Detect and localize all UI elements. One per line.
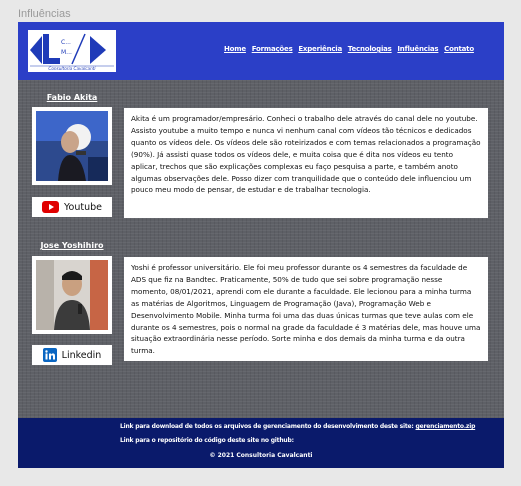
bio-yoshihiro: Yoshi é professor universitário. Ele foi… (124, 257, 488, 361)
footer-repo-line: Link para o repositório do código deste … (120, 437, 294, 444)
nav-experiencia[interactable]: Experiência (298, 45, 342, 53)
main-nav: Home Formações Experiência Tecnologias I… (224, 45, 474, 53)
youtube-icon (42, 201, 59, 213)
copyright: © 2021 Consultoria Cavalcanti (209, 452, 313, 459)
page-frame: C... M... Consultoria Cavalcanti Home Fo… (18, 22, 504, 468)
nav-formacoes[interactable]: Formações (252, 45, 293, 53)
linkedin-icon (42, 348, 57, 362)
yoshihiro-portrait-image (36, 260, 108, 330)
linkedin-link[interactable]: Linkedin (32, 345, 112, 365)
nav-tecnologias[interactable]: Tecnologias (348, 45, 392, 53)
logo[interactable]: C... M... Consultoria Cavalcanti (28, 30, 116, 72)
header: C... M... Consultoria Cavalcanti Home Fo… (18, 22, 504, 80)
logo-letter-c: C... (61, 39, 71, 46)
download-zip-link[interactable]: gerenciamento.zip (416, 423, 476, 430)
bio-akita: Akita é um programador/empresário. Conhe… (124, 108, 488, 218)
footer: Link para download de todos os arquivos … (18, 418, 504, 468)
footer-repo-text[interactable]: Link para o repositório do código deste … (120, 437, 294, 444)
akita-portrait-image (36, 111, 108, 181)
photo-akita (32, 107, 112, 185)
person-name-akita[interactable]: Fabio Akita (32, 93, 112, 102)
person-name-yoshihiro[interactable]: Jose Yoshihiro (32, 241, 112, 250)
nav-influencias[interactable]: Influências (397, 45, 438, 53)
footer-download-line: Link para download de todos os arquivos … (120, 423, 475, 430)
youtube-link[interactable]: Youtube (32, 197, 112, 217)
linkedin-label: Linkedin (61, 349, 102, 361)
logo-caption: Consultoria Cavalcanti (48, 66, 96, 71)
youtube-label: Youtube (64, 201, 102, 213)
photo-yoshihiro (32, 256, 112, 334)
page-label: Influências (18, 8, 71, 20)
footer-download-text: Link para download de todos os arquivos … (120, 423, 414, 430)
nav-home[interactable]: Home (224, 45, 246, 53)
nav-contato[interactable]: Contato (444, 45, 474, 53)
logo-letter-m: M... (61, 49, 72, 56)
